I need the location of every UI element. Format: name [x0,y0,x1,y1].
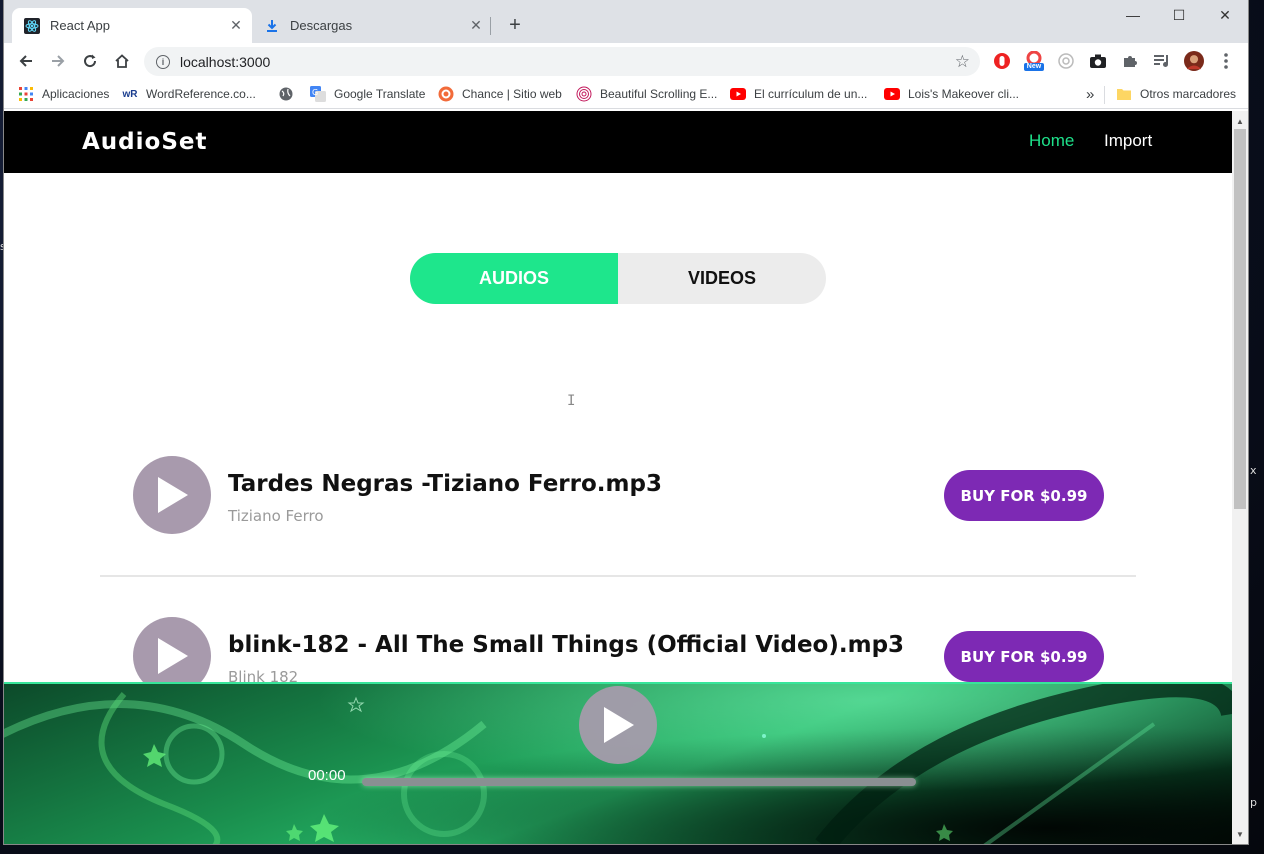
bookmark-label: WordReference.co... [146,87,256,101]
media-queue-icon[interactable] [1152,51,1172,71]
track-title: blink-182 - All The Small Things (Offici… [228,632,905,658]
home-icon[interactable] [110,49,134,73]
player-play-button[interactable] [579,686,657,764]
chance-icon [438,86,454,102]
bookmark-label: Beautiful Scrolling E... [600,87,718,101]
bookmark-curriculum[interactable]: El currículum de un... [730,85,867,103]
play-button[interactable] [133,456,211,534]
download-icon [264,18,280,34]
close-window-icon[interactable]: ✕ [1202,0,1248,30]
star-icon[interactable]: ☆ [955,52,970,72]
new-tab-icon[interactable]: + [504,14,526,36]
bookmark-google-translate[interactable]: G Google Translate [310,85,425,103]
extension-new-icon[interactable]: New [1024,51,1044,71]
scroll-down-icon[interactable]: ▼ [1232,826,1248,842]
tab-audios[interactable]: AUDIOS [410,253,618,304]
play-icon [604,707,634,743]
scroll-up-icon[interactable]: ▲ [1232,113,1248,129]
puzzle-icon[interactable] [1120,51,1140,71]
react-icon [24,17,40,34]
page-scrollbar[interactable]: ▲ ▼ [1232,111,1248,844]
bookmarks-overflow-icon[interactable]: » [1086,85,1094,103]
buy-button[interactable]: BUY FOR $0.99 [944,631,1104,682]
player-progress-bar[interactable] [362,778,916,786]
tab-title: React App [50,18,110,33]
forward-icon[interactable] [46,49,70,73]
app-navbar: AudioSet Home Import [4,111,1232,173]
bookmark-wordreference[interactable]: wR WordReference.co... [122,85,256,103]
play-icon [158,638,188,674]
menu-dots-icon[interactable] [1216,51,1236,71]
adblock-icon[interactable] [992,51,1012,71]
back-icon[interactable] [14,49,38,73]
extension-target-icon[interactable] [1056,51,1076,71]
new-badge: New [1026,63,1042,70]
info-icon[interactable]: i [156,54,170,69]
close-icon[interactable]: ✕ [228,17,244,34]
nav-import-link[interactable]: Import [1104,131,1152,151]
url-text: localhost:3000 [180,53,271,70]
svg-text:G: G [312,88,318,97]
bookmark-label: El currículum de un... [754,87,868,101]
google-translate-icon: G [310,86,326,102]
track-artist: Tiziano Ferro [228,507,324,525]
player-time: 00:00 [308,767,346,784]
youtube-icon [730,86,746,102]
tab-strip: React App ✕ Descargas ✕ + — ☐ ✕ [4,0,1248,43]
tab-videos[interactable]: VIDEOS [618,253,826,304]
folder-icon [1116,86,1132,102]
audio-player-bar: 00:00 [4,682,1232,844]
play-icon [158,477,188,513]
page-viewport: AudioSet Home Import AUDIOS VIDEOS I Tar… [4,111,1232,844]
tab-separator [490,17,491,35]
bookmark-beautiful-scrolling[interactable]: Beautiful Scrolling E... [576,85,717,103]
scrolling-icon [576,86,592,102]
bookmark-chance[interactable]: Chance | Sitio web [438,85,562,103]
buy-button[interactable]: BUY FOR $0.99 [944,470,1104,521]
bookmark-label: Google Translate [334,87,426,101]
bookmark-aplicaciones[interactable]: Aplicaciones [18,85,109,103]
bookmark-otros-marcadores[interactable]: Otros marcadores [1116,85,1236,103]
tab-title: Descargas [290,18,353,33]
camera-icon[interactable] [1088,51,1108,71]
wordreference-icon: wR [122,88,138,100]
track-row: Tardes Negras -Tiziano Ferro.mp3 Tiziano… [100,435,1136,576]
app-brand[interactable]: AudioSet [82,129,207,155]
tab-descargas[interactable]: Descargas ✕ [252,8,492,43]
bookmark-lois-makeover[interactable]: Lois's Makeover cli... [884,85,1019,103]
browser-toolbar: i localhost:3000 ☆ New [4,43,1248,79]
track-title: Tardes Negras -Tiziano Ferro.mp3 [228,471,662,497]
media-type-toggle: AUDIOS VIDEOS [410,253,826,304]
apps-grid-icon [18,86,34,102]
browser-window: React App ✕ Descargas ✕ + — ☐ ✕ i localh… [4,0,1248,844]
desktop-fragment: p [1250,796,1257,809]
scroll-thumb[interactable] [1234,129,1246,509]
address-bar[interactable]: i localhost:3000 ☆ [144,47,980,76]
bookmarks-bar: Aplicaciones wR WordReference.co... G Go… [4,79,1248,109]
nav-home-link[interactable]: Home [1029,131,1074,151]
globe-icon [278,86,294,102]
track-divider [100,575,1136,577]
bookmarks-separator [1104,86,1105,104]
bookmark-label: Otros marcadores [1140,87,1237,101]
maximize-icon[interactable]: ☐ [1156,0,1202,30]
bookmark-label: Lois's Makeover cli... [908,87,1019,101]
desktop-fragment: x [1250,464,1257,477]
youtube-icon [884,86,900,102]
tab-react-app[interactable]: React App ✕ [12,8,252,43]
reload-icon[interactable] [78,49,102,73]
bookmark-label: Chance | Sitio web [462,87,562,101]
bookmark-label: Aplicaciones [42,87,110,101]
text-cursor-icon: I [567,393,576,409]
avatar[interactable] [1184,51,1204,71]
bookmark-globe[interactable] [278,85,302,103]
minimize-icon[interactable]: — [1110,0,1156,30]
close-icon[interactable]: ✕ [468,17,484,34]
